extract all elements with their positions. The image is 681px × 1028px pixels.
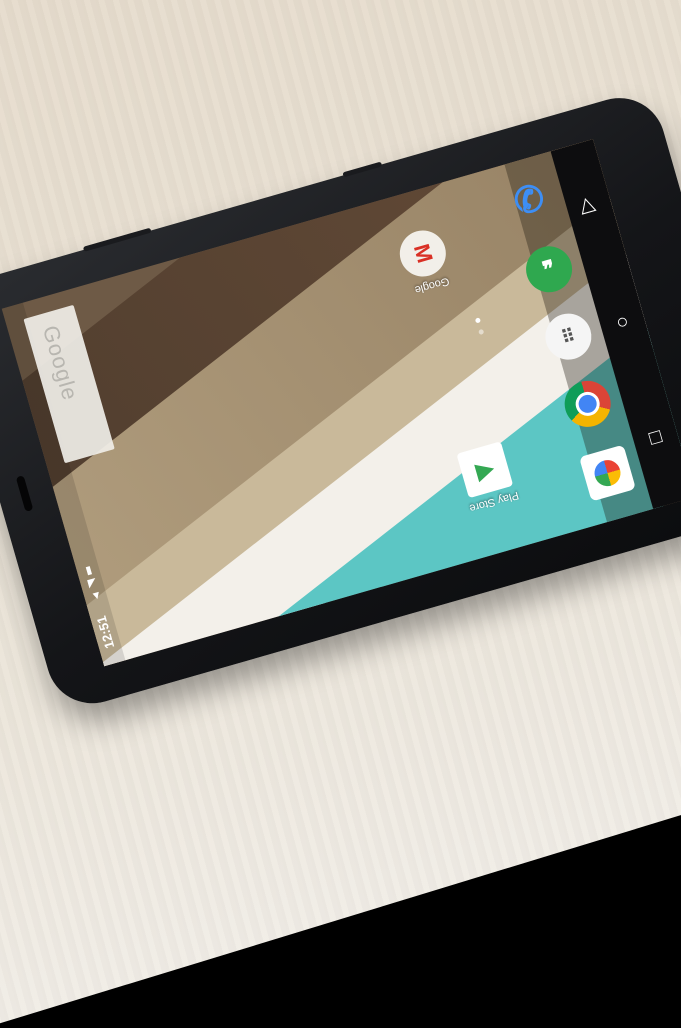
search-label: Google	[37, 322, 84, 404]
recents-icon[interactable]: □	[641, 423, 671, 453]
home-icon[interactable]: ○	[608, 307, 638, 337]
earpiece	[15, 475, 34, 512]
back-icon[interactable]: ◁	[574, 190, 604, 220]
status-time: 12:51	[93, 613, 118, 651]
